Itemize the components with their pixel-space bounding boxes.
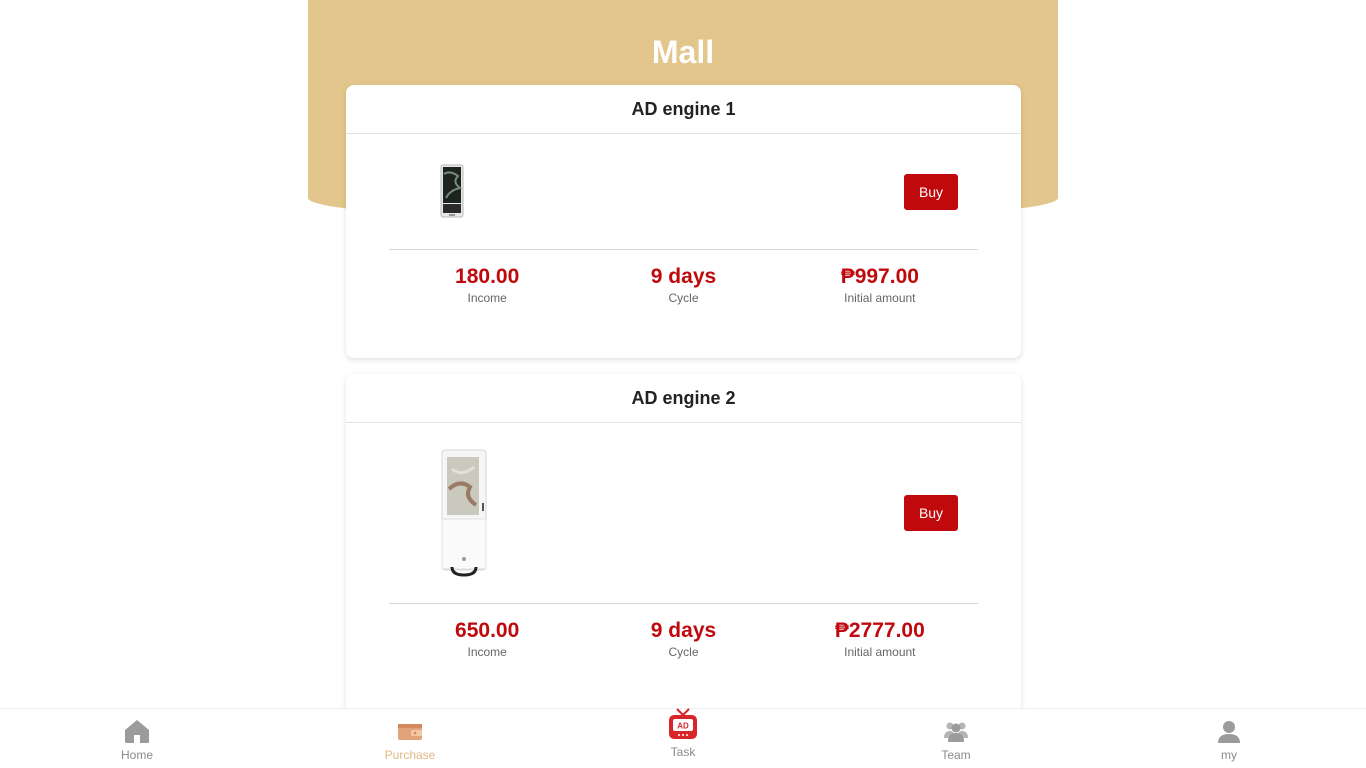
product-title: AD engine 1 <box>346 85 1021 134</box>
cycle-stat: 9 days Cycle <box>585 618 781 660</box>
tab-task[interactable]: AD Task <box>623 708 743 768</box>
cycle-label: Cycle <box>668 291 699 305</box>
team-icon <box>944 722 968 742</box>
tab-home[interactable]: Home <box>77 709 197 768</box>
income-value: 650.00 <box>455 619 520 642</box>
mall-page: Mall AD engine 1 Buy 180.00 Income 9 day… <box>0 0 1366 768</box>
income-stat: 650.00 Income <box>389 618 585 660</box>
tab-label: Team <box>941 748 971 762</box>
buy-button[interactable]: Buy <box>904 495 958 531</box>
tab-label: Home <box>120 748 153 762</box>
user-icon <box>1218 721 1240 743</box>
product-stats: 180.00 Income 9 days Cycle ₱997.00 Initi… <box>389 250 978 306</box>
amount-value: ₱997.00 <box>840 265 919 288</box>
amount-stat: ₱997.00 Initial amount <box>782 264 978 306</box>
product-card: AD engine 1 Buy 180.00 Income 9 days Cyc… <box>346 85 1021 358</box>
cycle-label: Cycle <box>668 645 699 659</box>
cycle-stat: 9 days Cycle <box>585 264 781 306</box>
income-stat: 180.00 Income <box>389 264 585 306</box>
ad-tv-icon: AD <box>669 708 697 739</box>
tab-my[interactable]: my <box>1169 709 1289 768</box>
tab-label: Task <box>670 745 696 759</box>
buy-button[interactable]: Buy <box>904 174 958 210</box>
wallet-icon <box>398 724 422 740</box>
income-label: Income <box>467 291 507 305</box>
amount-value: ₱2777.00 <box>834 619 925 642</box>
page-title: Mall <box>651 34 715 70</box>
income-value: 180.00 <box>455 265 520 288</box>
amount-label: Initial amount <box>844 645 916 659</box>
product-image <box>440 164 464 218</box>
product-row: Buy <box>389 423 978 604</box>
svg-text:AD: AD <box>677 722 689 731</box>
tab-label: my <box>1221 748 1237 762</box>
amount-label: Initial amount <box>844 291 916 305</box>
tab-label: Purchase <box>384 748 436 762</box>
income-label: Income <box>467 645 507 659</box>
bottom-tab-bar: Home Purchase AD Task Team my <box>0 708 1366 768</box>
tab-purchase[interactable]: Purchase <box>350 709 470 768</box>
product-stats: 650.00 Income 9 days Cycle ₱2777.00 Init… <box>389 604 978 660</box>
product-title: AD engine 2 <box>346 374 1021 423</box>
product-card: AD engine 2 Buy 650.00 Income 9 days Cyc <box>346 374 1021 714</box>
product-row: Buy <box>389 134 978 250</box>
cycle-value: 9 days <box>650 265 717 288</box>
home-icon <box>125 720 149 743</box>
tab-team[interactable]: Team <box>896 709 1016 768</box>
cycle-value: 9 days <box>650 619 717 642</box>
product-image <box>441 449 487 577</box>
amount-stat: ₱2777.00 Initial amount <box>782 618 978 660</box>
